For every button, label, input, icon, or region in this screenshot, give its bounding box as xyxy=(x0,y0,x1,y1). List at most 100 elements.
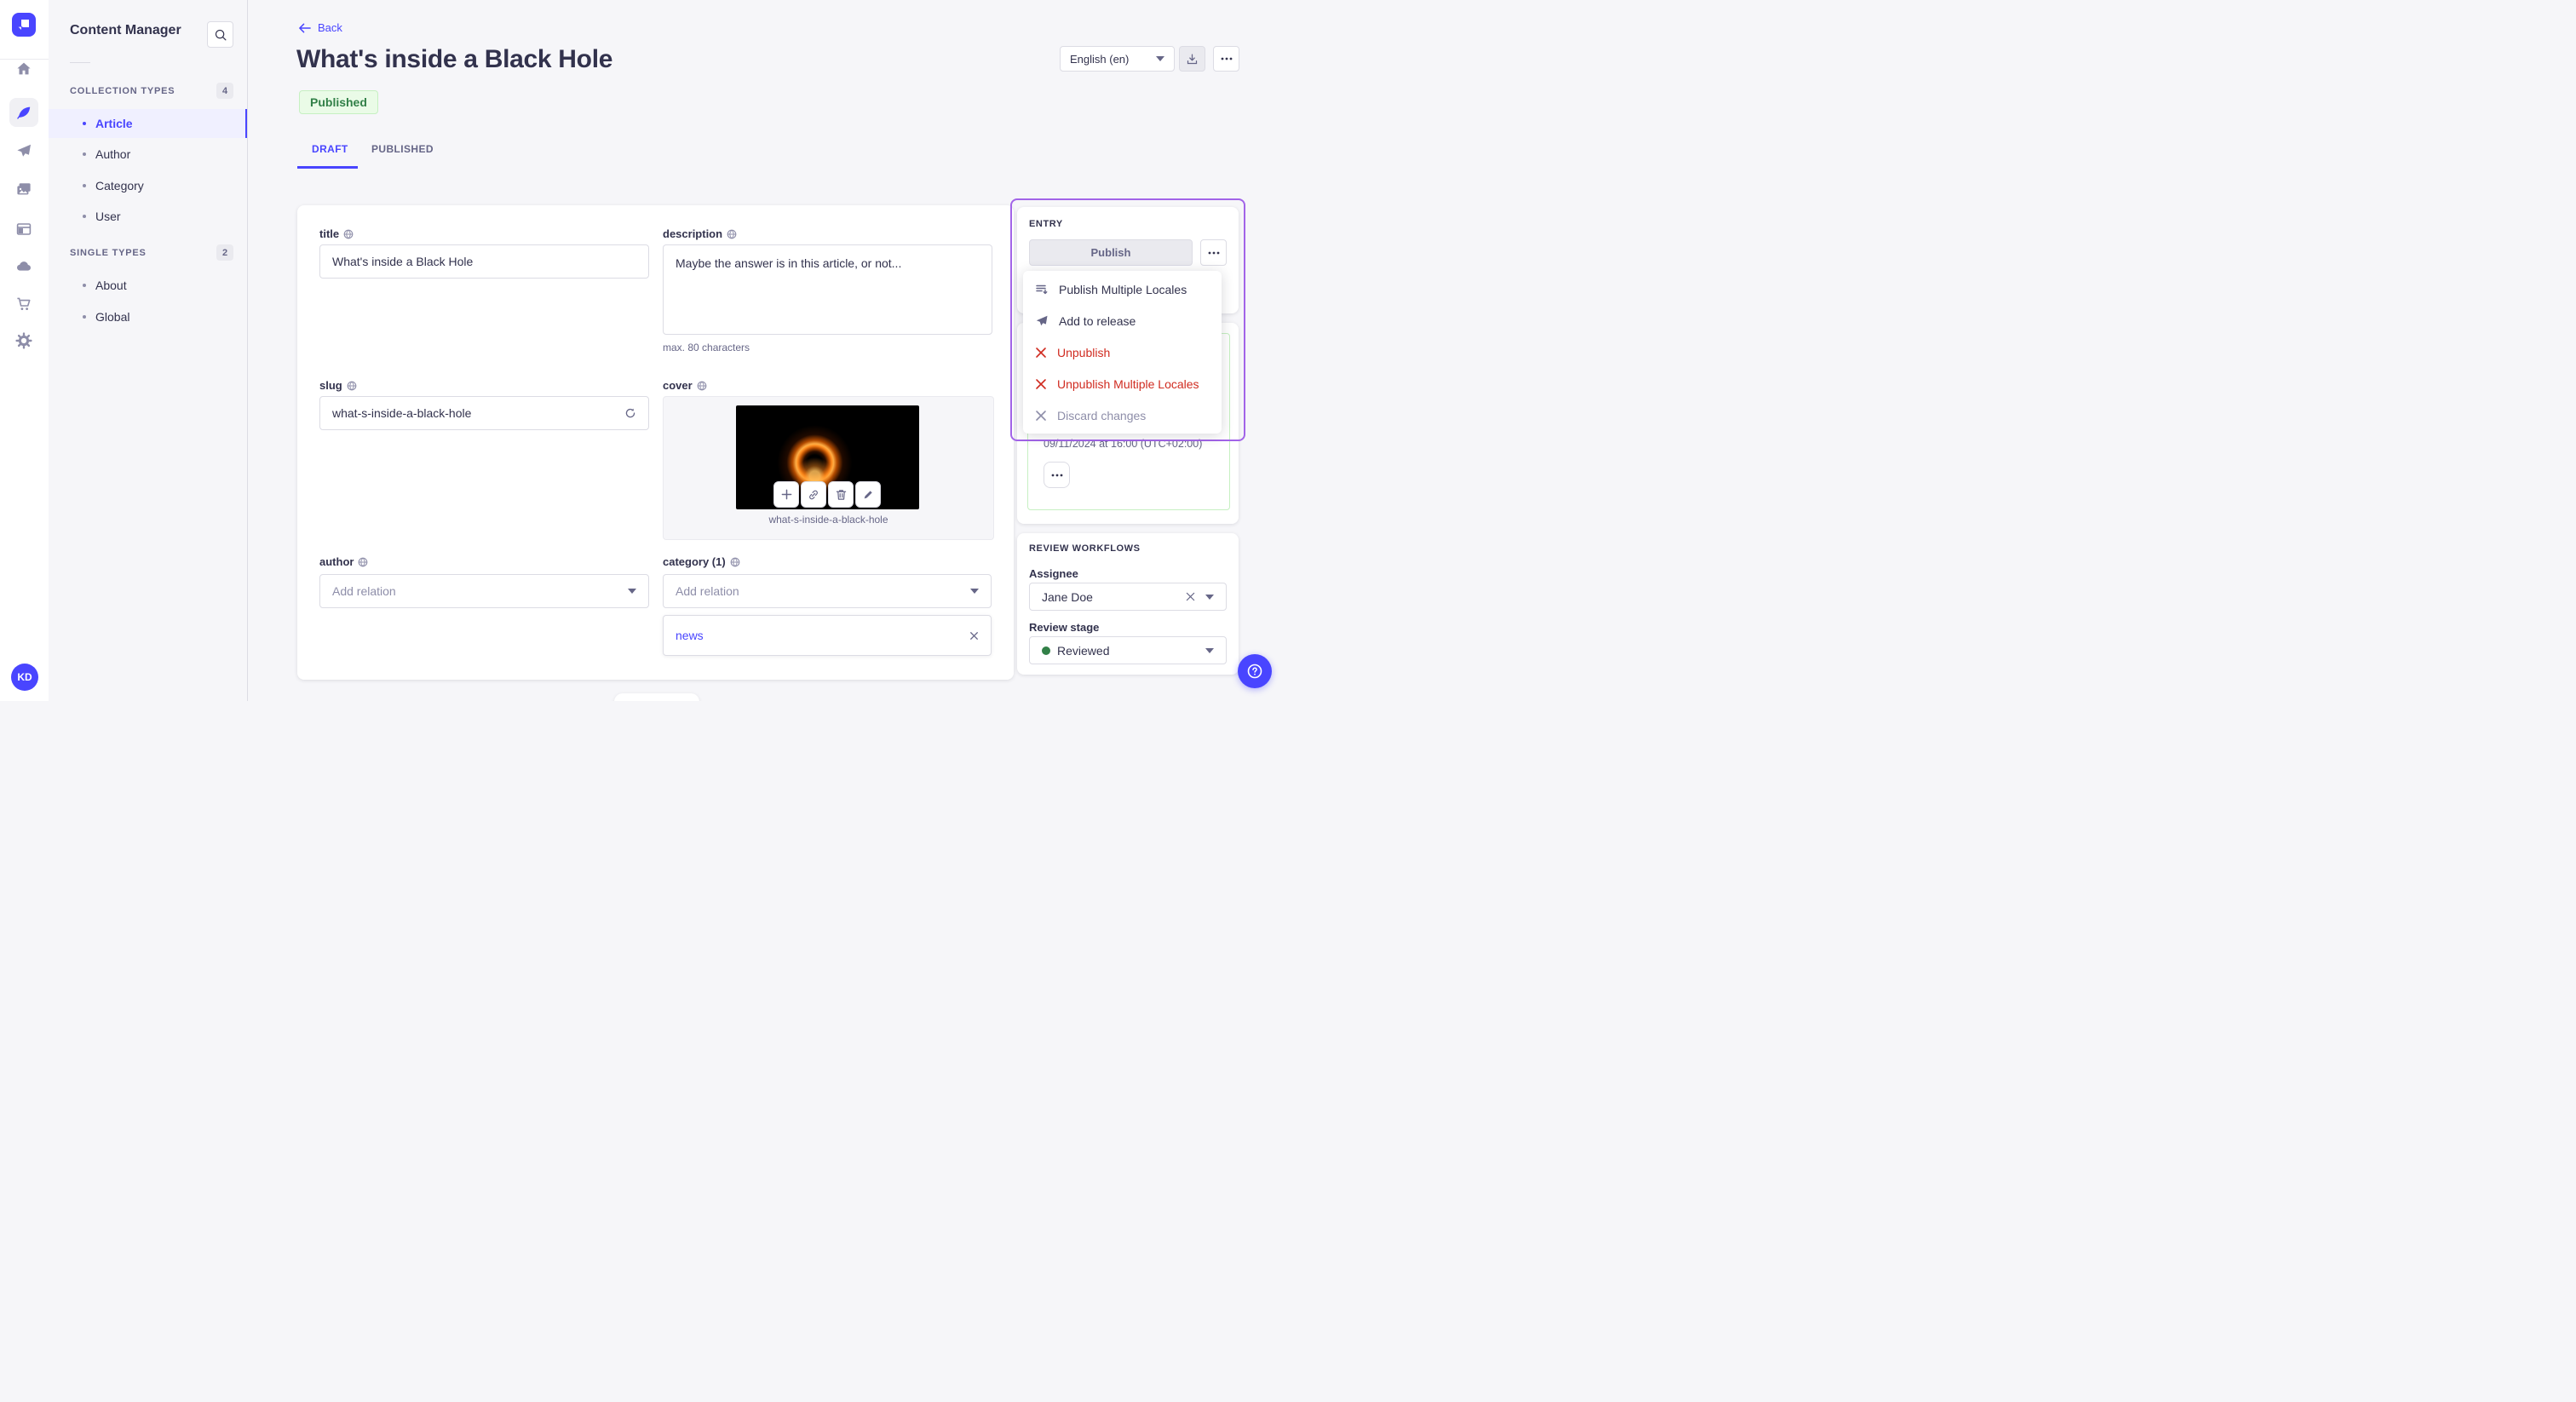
download-icon xyxy=(1187,53,1198,64)
home-icon[interactable] xyxy=(7,54,41,84)
bullet-icon xyxy=(83,215,86,218)
strapi-logo-glyph xyxy=(18,20,29,30)
link-icon xyxy=(809,490,818,499)
collection-types-label: COLLECTION TYPES xyxy=(70,85,175,96)
header-more-button[interactable] xyxy=(1213,46,1239,72)
strapi-logo-icon[interactable] xyxy=(12,13,36,37)
tab-published[interactable]: PUBLISHED xyxy=(371,143,434,155)
more-icon xyxy=(1208,251,1219,254)
assignee-label: Assignee xyxy=(1029,567,1078,580)
menu-item-unpublish-multiple-locales[interactable]: Unpublish Multiple Locales xyxy=(1023,368,1222,399)
globe-icon xyxy=(730,557,740,566)
entry-panel-title: ENTRY xyxy=(1029,219,1063,229)
sidebar-item-global[interactable]: Global xyxy=(49,302,247,331)
publish-button[interactable]: Publish xyxy=(1029,239,1193,266)
menu-item-add-to-release[interactable]: Add to release xyxy=(1023,305,1222,336)
slug-input[interactable]: what-s-inside-a-black-hole xyxy=(319,396,649,430)
review-stage-select[interactable]: Reviewed xyxy=(1029,636,1227,664)
copy-link-button[interactable] xyxy=(801,481,826,508)
cover-asset-card: what-s-inside-a-black-hole xyxy=(663,396,994,540)
nav-rail: KD xyxy=(0,0,49,701)
single-types-count-badge: 2 xyxy=(216,244,233,261)
subnav-title: Content Manager xyxy=(70,23,181,37)
cover-filename: what-s-inside-a-black-hole xyxy=(768,514,888,526)
category-field-label: category (1) xyxy=(663,555,740,568)
locale-value: English (en) xyxy=(1070,52,1130,66)
marketplace-cart-icon[interactable] xyxy=(7,289,41,319)
menu-item-publish-multiple-locales[interactable]: Publish Multiple Locales xyxy=(1023,273,1222,305)
description-field-label: description xyxy=(663,227,737,240)
title-input[interactable] xyxy=(319,244,649,279)
cloud-icon[interactable] xyxy=(7,251,41,282)
relation-link[interactable]: news xyxy=(676,629,704,642)
subnav-divider xyxy=(70,62,90,63)
avatar[interactable]: KD xyxy=(11,664,38,691)
remove-relation-icon[interactable] xyxy=(969,631,979,641)
author-relation-select[interactable]: Add relation xyxy=(319,574,649,608)
sidebar-item-author[interactable]: Author xyxy=(49,140,247,169)
menu-item-unpublish[interactable]: Unpublish xyxy=(1023,336,1222,368)
sidebar-item-user[interactable]: User xyxy=(49,202,247,231)
globe-icon xyxy=(727,229,737,238)
delete-asset-button[interactable] xyxy=(828,481,854,508)
search-button[interactable] xyxy=(207,21,233,48)
collection-types-header: COLLECTION TYPES 4 xyxy=(70,83,233,99)
page-title: What's inside a Black Hole xyxy=(296,45,613,73)
status-badge: Published xyxy=(299,90,378,114)
edit-asset-button[interactable] xyxy=(855,481,881,508)
help-button[interactable] xyxy=(1238,654,1272,688)
more-icon xyxy=(1051,474,1062,476)
chevron-down-icon xyxy=(1205,594,1214,600)
description-textarea[interactable]: Maybe the answer is in this article, or … xyxy=(663,244,992,335)
cover-toolbar xyxy=(773,481,881,508)
globe-icon xyxy=(343,229,354,238)
tab-draft[interactable]: DRAFT xyxy=(312,143,348,155)
back-link[interactable]: Back xyxy=(298,21,342,34)
search-icon xyxy=(215,29,226,40)
chevron-down-icon xyxy=(628,589,636,594)
menu-item-discard-changes[interactable]: Discard changes xyxy=(1023,399,1222,431)
next-section-partial xyxy=(614,693,699,701)
category-relation-item[interactable]: news xyxy=(663,615,992,656)
sidebar-item-about[interactable]: About xyxy=(49,271,247,300)
media-library-images-icon[interactable] xyxy=(7,174,41,204)
globe-icon xyxy=(347,381,357,390)
bullet-icon xyxy=(83,152,86,156)
author-field-label: author xyxy=(319,555,368,568)
content-type-builder-layout-icon[interactable] xyxy=(7,214,41,244)
regenerate-icon[interactable] xyxy=(624,407,636,419)
bullet-icon xyxy=(83,284,86,287)
sidebar-item-category[interactable]: Category xyxy=(49,171,247,200)
review-workflows-panel: REVIEW WORKFLOWS Assignee Jane Doe Revie… xyxy=(1017,533,1239,675)
cross-icon xyxy=(1036,378,1046,389)
review-workflows-title: REVIEW WORKFLOWS xyxy=(1029,543,1141,554)
pencil-icon xyxy=(864,491,872,499)
add-asset-button[interactable] xyxy=(773,481,799,508)
slug-field-label: slug xyxy=(319,379,357,392)
content-manager-feather-icon[interactable] xyxy=(9,98,38,127)
bullet-icon xyxy=(83,315,86,319)
edit-form-card: title description Maybe the answer is in… xyxy=(297,205,1014,680)
plus-icon xyxy=(781,489,791,500)
locale-select[interactable]: English (en) xyxy=(1060,46,1175,72)
release-more-button[interactable] xyxy=(1044,462,1070,488)
bullet-icon xyxy=(83,122,86,125)
settings-gear-icon[interactable] xyxy=(7,325,41,356)
description-hint: max. 80 characters xyxy=(663,342,750,353)
chevron-down-icon xyxy=(1156,56,1164,61)
sidebar-item-article[interactable]: Article xyxy=(49,109,247,138)
single-types-label: SINGLE TYPES xyxy=(70,247,147,258)
globe-icon xyxy=(697,381,707,390)
single-types-header: SINGLE TYPES 2 xyxy=(70,244,233,261)
chevron-down-icon xyxy=(1205,647,1214,653)
assignee-select[interactable]: Jane Doe xyxy=(1029,583,1227,611)
export-button[interactable] xyxy=(1179,46,1205,72)
releases-paper-plane-icon[interactable] xyxy=(7,135,41,166)
add-to-release-icon xyxy=(1036,315,1048,325)
clear-assignee-icon[interactable] xyxy=(1186,592,1195,601)
strapi-app: KD Content Manager COLLECTION TYPES 4 Ar… xyxy=(0,0,1288,701)
chevron-down-icon xyxy=(970,589,979,594)
entry-more-button[interactable] xyxy=(1200,239,1227,266)
trash-icon xyxy=(836,489,846,500)
category-relation-select[interactable]: Add relation xyxy=(663,574,992,608)
